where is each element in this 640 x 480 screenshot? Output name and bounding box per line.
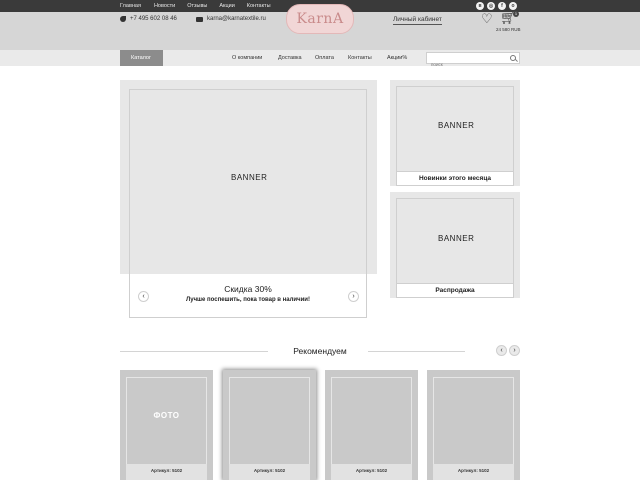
top-nav-contacts[interactable]: Контакты — [247, 0, 271, 12]
product-card[interactable]: Артикул: 5102 — [427, 370, 520, 480]
logo-text: KarnA — [296, 11, 344, 27]
top-nav-promotions[interactable]: Акции — [219, 0, 234, 12]
top-nav-news[interactable]: Новости — [154, 0, 175, 12]
side-banner-new-label: BANNER — [438, 121, 475, 130]
main-banner-title: Скидка 30% — [224, 284, 272, 294]
main-banner[interactable]: BANNER Скидка 30% Лучше поспешить, пока … — [129, 89, 367, 318]
phone-number: +7 495 602 08 46 — [130, 16, 177, 22]
menu-item-promotions[interactable]: Акции% — [387, 50, 407, 66]
phone-contact[interactable]: +7 495 602 08 46 — [120, 16, 177, 22]
menu-item-about[interactable]: О компании — [232, 50, 262, 66]
account-link[interactable]: Личный кабинет — [393, 16, 442, 25]
email-contact[interactable]: karna@karnatextile.ru — [196, 16, 266, 22]
instagram-icon[interactable]: ◎ — [487, 2, 495, 10]
search-icon[interactable] — [510, 55, 516, 61]
product-card[interactable]: Артикул: 5102 — [325, 370, 418, 480]
search-input[interactable] — [427, 59, 507, 70]
main-banner-next-button[interactable]: › — [348, 291, 359, 302]
odnoklassniki-icon[interactable]: о — [509, 2, 517, 10]
product-article: Артикул: 5102 — [126, 464, 207, 480]
side-banner-new-caption: Новинки этого месяца — [397, 171, 513, 185]
page: Главная Новости Отзывы Акции Контакты в … — [0, 0, 640, 480]
product-article: Артикул: 5102 — [331, 464, 412, 480]
main-banner-prev-button[interactable]: ‹ — [138, 291, 149, 302]
top-nav-home[interactable]: Главная — [120, 0, 141, 12]
recommended-next-button[interactable]: › — [509, 345, 520, 356]
product-photo-label: ФОТО — [153, 411, 180, 420]
top-nav-reviews[interactable]: Отзывы — [187, 0, 207, 12]
product-card[interactable]: Артикул: 5102 — [223, 370, 316, 480]
side-banner-sale-caption: Распродажа — [397, 283, 513, 297]
catalog-button[interactable]: Каталог — [120, 50, 163, 66]
side-banner-new[interactable]: BANNER Новинки этого месяца — [396, 86, 514, 186]
divider-left — [120, 351, 268, 352]
main-banner-image — [130, 90, 366, 274]
heart-icon[interactable]: ♡ — [481, 12, 493, 25]
social-links: в ◎ f о — [476, 2, 517, 10]
main-banner-subtitle: Лучше поспешить, пока товар в наличии! — [186, 297, 310, 303]
top-nav: Главная Новости Отзывы Акции Контакты — [120, 0, 283, 12]
side-banner-sale[interactable]: BANNER Распродажа — [396, 198, 514, 298]
cart-count-badge: 1 — [513, 11, 519, 17]
menu-item-contacts[interactable]: Контакты — [348, 50, 372, 66]
divider-right — [368, 351, 465, 352]
vk-icon[interactable]: в — [476, 2, 484, 10]
recommended-prev-button[interactable]: ‹ — [496, 345, 507, 356]
phone-icon — [120, 16, 126, 22]
main-banner-label: BANNER — [231, 173, 268, 182]
facebook-icon[interactable]: f — [498, 2, 506, 10]
menu-item-payment[interactable]: Оплата — [315, 50, 334, 66]
recommended-title: Рекомендуем — [293, 346, 347, 356]
envelope-icon — [196, 16, 203, 22]
menu-item-delivery[interactable]: Доставка — [278, 50, 302, 66]
product-card[interactable]: ФОТО Артикул: 5102 — [120, 370, 213, 480]
side-banner-sale-label: BANNER — [438, 234, 475, 243]
search-box — [426, 52, 520, 70]
product-article: Артикул: 5102 — [433, 464, 514, 480]
logo[interactable]: KarnA — [286, 4, 354, 34]
email-address: karna@karnatextile.ru — [207, 16, 266, 22]
product-article: Артикул: 5102 — [229, 464, 310, 480]
cart-total: 24 580 RUB — [496, 27, 521, 32]
